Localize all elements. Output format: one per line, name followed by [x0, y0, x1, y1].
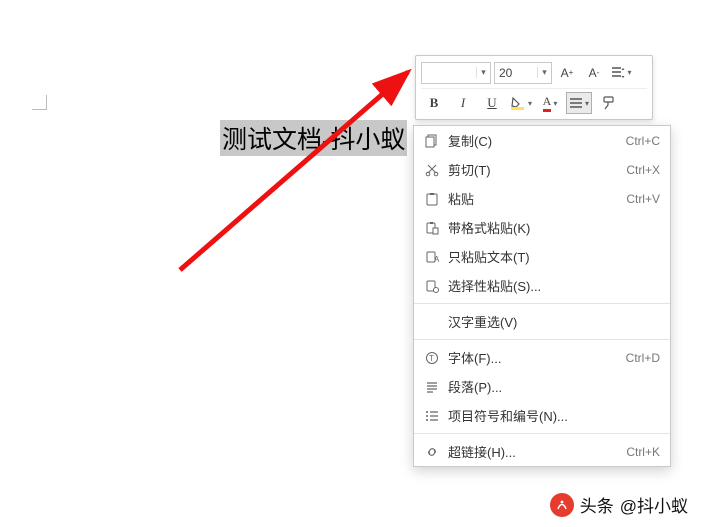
hyperlink-menu-item[interactable]: 超链接(H)... Ctrl+K — [414, 437, 670, 466]
chevron-down-icon: ▾ — [553, 99, 557, 108]
reselect-hanzi-menu-item[interactable]: 汉字重选(V) — [414, 307, 670, 336]
paste-with-format-menu-item[interactable]: 带格式粘贴(K) — [414, 213, 670, 242]
link-icon — [422, 445, 442, 459]
page-corner-mark — [32, 95, 47, 110]
watermark-badge-icon — [550, 493, 574, 517]
watermark-prefix: 头条 — [580, 492, 614, 517]
font-menu-item[interactable]: T 字体(F)... Ctrl+D — [414, 343, 670, 372]
context-menu: 复制(C) Ctrl+C 剪切(T) Ctrl+X 粘贴 Ctrl+V 带格式粘… — [413, 125, 671, 467]
bullets-numbering-menu-item[interactable]: 项目符号和编号(N)... — [414, 401, 670, 430]
copy-menu-item[interactable]: 复制(C) Ctrl+C — [414, 126, 670, 155]
chevron-down-icon: ▾ — [537, 67, 551, 78]
menu-separator — [414, 303, 670, 304]
mini-format-toolbar: ▾ 20▾ A+ A- ▾ B I U ▾ A ▾ — [415, 55, 653, 120]
highlight-button[interactable]: ▾ — [508, 92, 534, 114]
font-color-button[interactable]: A ▾ — [537, 92, 563, 114]
cut-menu-item[interactable]: 剪切(T) Ctrl+X — [414, 155, 670, 184]
paste-format-icon — [422, 221, 442, 235]
svg-text:A: A — [434, 255, 439, 264]
paste-special-icon — [422, 279, 442, 293]
chevron-down-icon: ▾ — [528, 99, 532, 108]
font-family-combo[interactable]: ▾ — [421, 62, 491, 84]
selected-text[interactable]: 测试文档-抖小蚁 — [220, 120, 407, 156]
bullets-icon — [422, 409, 442, 423]
cut-icon — [422, 163, 442, 177]
watermark-author: @抖小蚁 — [620, 492, 688, 517]
underline-button[interactable]: U — [479, 92, 505, 114]
chevron-down-icon: ▾ — [585, 99, 589, 108]
copy-icon — [422, 134, 442, 148]
font-size-combo[interactable]: 20▾ — [494, 62, 552, 84]
italic-button[interactable]: I — [450, 92, 476, 114]
paragraph-menu-item[interactable]: 段落(P)... — [414, 372, 670, 401]
menu-separator — [414, 433, 670, 434]
paragraph-icon — [422, 380, 442, 394]
align-button[interactable]: ▾ — [566, 92, 592, 114]
chevron-down-icon: ▾ — [627, 68, 631, 77]
paste-icon — [422, 192, 442, 206]
svg-text:T: T — [429, 354, 434, 363]
bold-button[interactable]: B — [421, 92, 447, 114]
paste-special-menu-item[interactable]: 选择性粘贴(S)... — [414, 271, 670, 300]
paste-menu-item[interactable]: 粘贴 Ctrl+V — [414, 184, 670, 213]
menu-separator — [414, 339, 670, 340]
shrink-font-button[interactable]: A- — [582, 62, 606, 84]
font-icon: T — [422, 351, 442, 365]
format-painter-button[interactable] — [595, 92, 621, 114]
line-spacing-button[interactable]: ▾ — [609, 62, 633, 84]
paste-text-only-menu-item[interactable]: A 只粘贴文本(T) — [414, 242, 670, 271]
chevron-down-icon: ▾ — [476, 67, 490, 78]
paste-text-icon: A — [422, 250, 442, 264]
grow-font-button[interactable]: A+ — [555, 62, 579, 84]
watermark: 头条 @抖小蚁 — [550, 492, 688, 517]
